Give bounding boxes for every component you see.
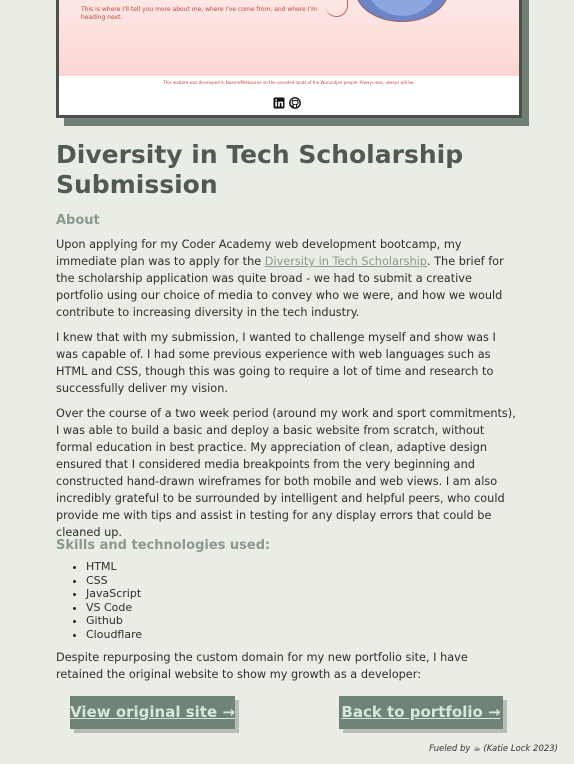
back-to-portfolio-button[interactable]: Back to portfolio → — [339, 696, 503, 729]
github-icon — [289, 94, 301, 109]
about-paragraph-2: I knew that with my submission, I wanted… — [56, 331, 496, 395]
skill-item: HTML — [86, 560, 142, 574]
skill-item: VS Code — [86, 601, 142, 615]
view-original-site-button[interactable]: View original site → — [70, 696, 235, 729]
about-heading: About — [56, 213, 100, 228]
skills-list: HTML CSS JavaScript VS Code Github Cloud… — [56, 560, 142, 641]
website-preview-image: This is where I'll tell you more about m… — [56, 0, 522, 118]
skill-item: CSS — [86, 574, 142, 588]
page-title: Diversity in Tech Scholarship Submission — [56, 140, 464, 199]
closing-paragraph: Despite repurposing the custom domain fo… — [56, 651, 468, 681]
skill-item: JavaScript — [86, 587, 142, 601]
about-paragraph-3: Over the course of a two week period (ar… — [56, 407, 516, 539]
scholarship-link[interactable]: Diversity in Tech Scholarship — [265, 255, 427, 268]
skill-item: Github — [86, 614, 142, 628]
skill-item: Cloudflare — [86, 628, 142, 642]
preview-social-icons — [273, 94, 301, 109]
preview-intro-text: This is where I'll tell you more about m… — [81, 6, 317, 21]
view-original-button-wrap: View original site → — [70, 696, 239, 733]
linkedin-icon — [273, 94, 285, 109]
about-paragraph-1: Upon applying for my Coder Academy web d… — [56, 236, 516, 321]
preview-footer-note: This website was developed in Naarm/Melb… — [163, 80, 415, 85]
back-to-portfolio-button-wrap: Back to portfolio → — [339, 696, 507, 733]
skills-heading: Skills and technologies used: — [56, 538, 271, 553]
footer-credit: Fueled by ☕ (Katie Lock 2023) — [429, 744, 558, 754]
